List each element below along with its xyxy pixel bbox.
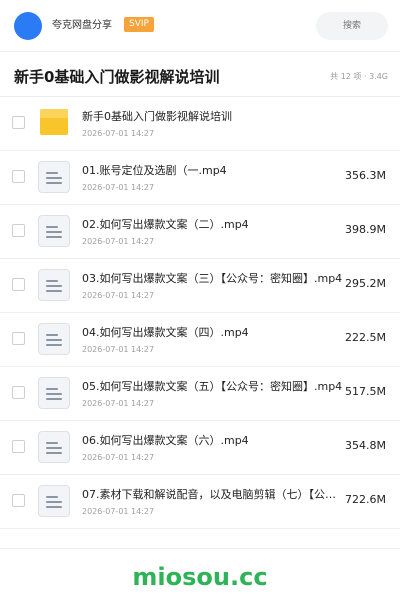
item-checkbox[interactable] [12,116,25,129]
item-checkbox[interactable] [12,332,25,345]
brand-watermark: miosou.cc [132,563,268,591]
username: 夸克网盘分享 [52,20,112,31]
item-size: 222.5M [345,331,386,344]
item-name: 02.如何写出爆款文案（二）.mp4 [82,218,249,231]
item-size: 295.2M [345,277,386,290]
item-date: 2026-07-01 14:27 [82,291,155,300]
item-name: 03.如何写出爆款文案（三）【公众号：密知圈】.mp4 [82,272,343,285]
item-name: 06.如何写出爆款文案（六）.mp4 [82,434,249,447]
item-date: 2026-07-01 14:27 [82,345,155,354]
list-item[interactable]: 03.如何写出爆款文案（三）【公众号：密知圈】.mp4 2026-07-01 1… [0,259,400,313]
file-icon [38,215,70,247]
list-item[interactable]: 01.账号定位及选剧（一.mp4 2026-07-01 14:27 356.3M [0,151,400,205]
list-item[interactable]: 新手0基础入门做影视解说培训 2026-07-01 14:27 [0,97,400,151]
file-icon [38,161,70,193]
item-name: 07.素材下载和解说配音，以及电脑剪辑（七）【公众号：密知圈】.mp4 [82,488,344,501]
item-size: 517.5M [345,385,386,398]
item-checkbox[interactable] [12,224,25,237]
item-name: 01.账号定位及选剧（一.mp4 [82,164,227,177]
folder-meta: 共 12 项 · 3.4G [330,72,388,81]
file-icon [38,269,70,301]
app-header: 夸克网盘分享 SVIP [0,0,400,52]
item-size: 356.3M [345,169,386,182]
file-icon [38,323,70,355]
file-icon [38,431,70,463]
avatar[interactable] [14,12,42,40]
list-item[interactable]: 07.素材下载和解说配音，以及电脑剪辑（七）【公众号：密知圈】.mp4 2026… [0,475,400,529]
page-title: 新手0基础入门做影视解说培训 [14,68,220,86]
file-list: 新手0基础入门做影视解说培训 2026-07-01 14:27 01.账号定位及… [0,97,400,529]
item-date: 2026-07-01 14:27 [82,237,155,246]
item-name: 新手0基础入门做影视解说培训 [82,110,232,123]
item-size: 398.9M [345,223,386,236]
item-checkbox[interactable] [12,386,25,399]
list-item[interactable]: 05.如何写出爆款文案（五）【公众号：密知圈】.mp4 2026-07-01 1… [0,367,400,421]
item-size: 722.6M [345,493,386,506]
folder-icon [38,107,70,139]
footer-divider [0,548,400,549]
list-item[interactable]: 04.如何写出爆款文案（四）.mp4 2026-07-01 14:27 222.… [0,313,400,367]
item-checkbox[interactable] [12,440,25,453]
file-icon [38,377,70,409]
item-checkbox[interactable] [12,494,25,507]
item-checkbox[interactable] [12,170,25,183]
list-item[interactable]: 02.如何写出爆款文案（二）.mp4 2026-07-01 14:27 398.… [0,205,400,259]
item-date: 2026-07-01 14:27 [82,129,155,138]
file-icon [38,485,70,517]
item-date: 2026-07-01 14:27 [82,507,155,516]
item-date: 2026-07-01 14:27 [82,399,155,408]
search-input[interactable] [316,12,388,40]
item-date: 2026-07-01 14:27 [82,183,155,192]
svip-badge: SVIP [124,17,154,32]
folder-title-bar: 新手0基础入门做影视解说培训 共 12 项 · 3.4G [0,53,400,97]
list-item[interactable]: 06.如何写出爆款文案（六）.mp4 2026-07-01 14:27 354.… [0,421,400,475]
item-name: 04.如何写出爆款文案（四）.mp4 [82,326,249,339]
item-size: 354.8M [345,439,386,452]
item-date: 2026-07-01 14:27 [82,453,155,462]
item-name: 05.如何写出爆款文案（五）【公众号：密知圈】.mp4 [82,380,343,393]
item-checkbox[interactable] [12,278,25,291]
